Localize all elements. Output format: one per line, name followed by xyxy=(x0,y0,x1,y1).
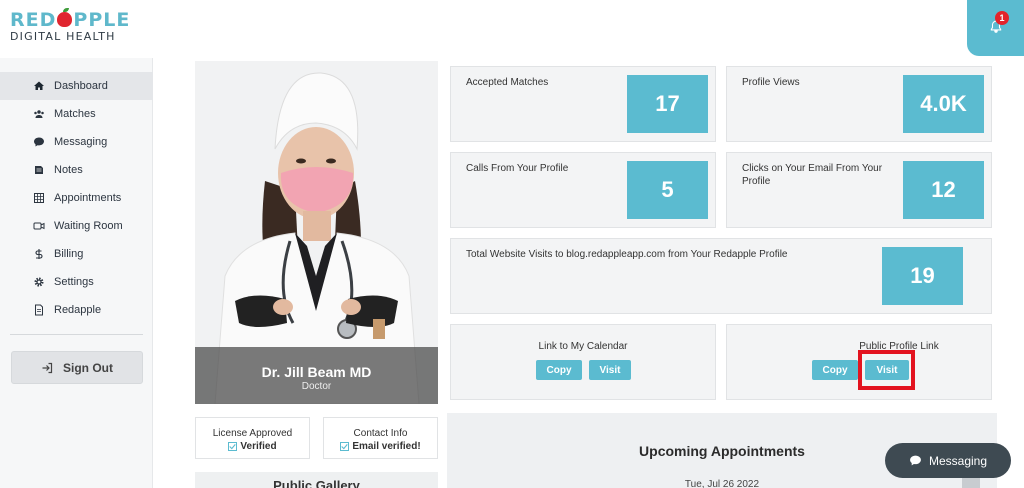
apple-icon xyxy=(57,8,73,27)
sidebar-divider xyxy=(10,334,143,335)
website-visits-card: Total Website Visits to blog.redappleapp… xyxy=(450,238,992,314)
calendar-visit-button[interactable]: Visit xyxy=(589,360,631,380)
sidebar-item-notes[interactable]: Notes xyxy=(0,156,153,184)
public-gallery-title: Public Gallery xyxy=(195,472,438,488)
website-visits-value: 19 xyxy=(882,247,963,305)
profile-views-card: Profile Views 4.0K xyxy=(726,66,992,142)
contact-card: Contact Info Email verified! xyxy=(323,417,438,459)
notification-count-badge: 1 xyxy=(995,11,1009,25)
sidebar-item-redapple[interactable]: Redapple xyxy=(0,296,153,324)
sidebar-item-matches[interactable]: Matches xyxy=(0,100,153,128)
sidebar-item-label: Settings xyxy=(54,276,94,288)
chat-icon xyxy=(910,455,921,466)
sidebar-item-settings[interactable]: Settings xyxy=(0,268,153,296)
sidebar-item-label: Waiting Room xyxy=(54,220,123,232)
profile-caption: Dr. Jill Beam MD Doctor xyxy=(195,347,438,404)
sidebar: Dashboard Matches Messaging Notes Appoin… xyxy=(0,58,153,488)
home-icon xyxy=(32,79,46,93)
notes-icon xyxy=(32,163,46,177)
sidebar-item-appointments[interactable]: Appointments xyxy=(0,184,153,212)
profile-role: Doctor xyxy=(301,381,332,392)
calendar-link-card: Link to My Calendar Copy Visit xyxy=(450,324,716,400)
sign-out-label: Sign Out xyxy=(63,360,113,375)
sign-out-button[interactable]: Sign Out xyxy=(11,351,143,384)
sidebar-item-billing[interactable]: Billing xyxy=(0,240,153,268)
license-status: Verified xyxy=(196,441,309,452)
public-profile-copy-button[interactable]: Copy xyxy=(812,360,858,380)
sidebar-item-label: Dashboard xyxy=(54,80,108,92)
accepted-matches-label: Accepted Matches xyxy=(466,77,549,88)
sidebar-item-label: Messaging xyxy=(54,136,108,148)
calls-label: Calls From Your Profile xyxy=(466,163,569,174)
dollar-icon xyxy=(32,247,46,261)
email-clicks-card: Clicks on Your Email From Your Profile 1… xyxy=(726,152,992,228)
notifications-button[interactable]: 1 xyxy=(967,0,1024,56)
profile-views-label: Profile Views xyxy=(742,77,800,88)
profile-card: Dr. Jill Beam MD Doctor xyxy=(195,61,438,404)
calls-card: Calls From Your Profile 5 xyxy=(450,152,716,228)
upcoming-appointments-date: Tue, Jul 26 2022 xyxy=(684,479,760,488)
sidebar-item-label: Matches xyxy=(54,108,96,120)
license-title: License Approved xyxy=(212,428,293,439)
highlight-box xyxy=(858,350,915,390)
check-icon xyxy=(340,442,350,451)
email-clicks-value: 12 xyxy=(903,161,984,219)
contact-title: Contact Info xyxy=(353,428,408,439)
gear-icon xyxy=(32,275,46,289)
contact-status: Email verified! xyxy=(324,441,437,452)
brand-logo-wordmark: RED PPLE xyxy=(10,8,131,31)
profile-views-value: 4.0K xyxy=(903,75,984,133)
email-clicks-label: Clicks on Your Email From Your Profile xyxy=(742,163,883,187)
sidebar-item-label: Appointments xyxy=(54,192,122,204)
calendar-copy-button[interactable]: Copy xyxy=(536,360,582,380)
carousel-next-button[interactable] xyxy=(962,478,980,488)
check-icon xyxy=(228,442,238,451)
profile-name: Dr. Jill Beam MD xyxy=(261,364,372,380)
sidebar-item-messaging[interactable]: Messaging xyxy=(0,128,153,156)
accepted-matches-card: Accepted Matches 17 xyxy=(450,66,716,142)
sidebar-item-waiting-room[interactable]: Waiting Room xyxy=(0,212,153,240)
sidebar-item-label: Notes xyxy=(54,164,83,176)
brand-logo-tagline: DIGITAL HEALTH xyxy=(10,30,116,43)
app-frame: RED PPLE DIGITAL HEALTH 1 Dashboard Match… xyxy=(0,0,1024,488)
calendar-link-title: Link to My Calendar xyxy=(538,341,628,352)
sign-out-icon xyxy=(42,362,53,373)
calendar-grid-icon xyxy=(32,191,46,205)
sidebar-item-label: Redapple xyxy=(54,304,102,316)
calls-value: 5 xyxy=(627,161,708,219)
sidebar-item-dashboard[interactable]: Dashboard xyxy=(0,72,153,100)
website-visits-label: Total Website Visits to blog.redappleapp… xyxy=(466,249,788,260)
messaging-button[interactable]: Messaging xyxy=(885,443,1011,478)
users-icon xyxy=(32,107,46,121)
license-card: License Approved Verified xyxy=(195,417,310,459)
brand-logo[interactable]: RED PPLE DIGITAL HEALTH xyxy=(10,8,140,44)
sidebar-item-label: Billing xyxy=(54,248,84,260)
accepted-matches-value: 17 xyxy=(627,75,708,133)
messaging-button-label: Messaging xyxy=(928,453,988,468)
document-icon xyxy=(32,303,46,317)
video-icon xyxy=(32,219,46,233)
chat-icon xyxy=(32,135,46,149)
